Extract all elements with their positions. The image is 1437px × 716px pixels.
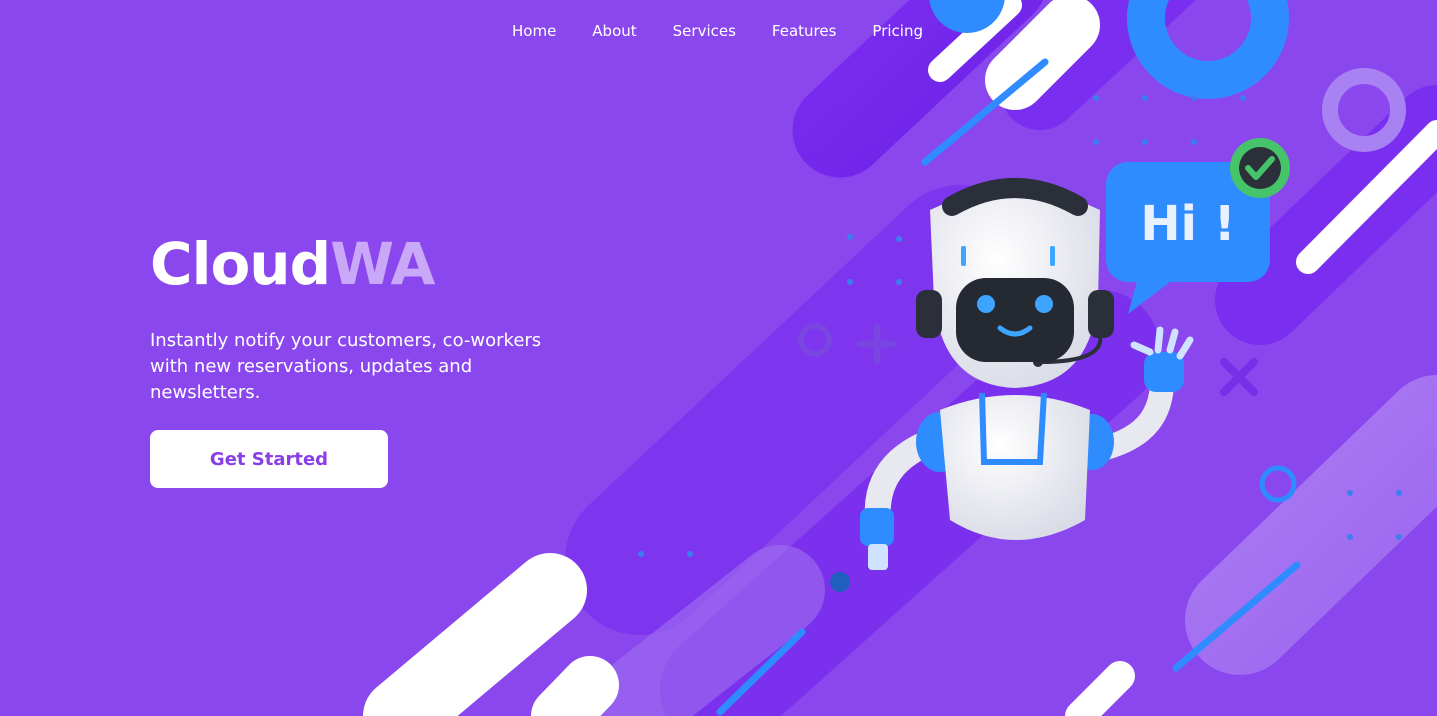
nav-about[interactable]: About	[592, 22, 636, 40]
get-started-button[interactable]: Get Started	[150, 430, 388, 488]
hero-section: CloudWA Instantly notify your customers,…	[150, 228, 590, 406]
hero-tagline: Instantly notify your customers, co-work…	[150, 330, 542, 403]
speech-bubble-text: Hi !	[1140, 196, 1235, 252]
nav-services[interactable]: Services	[673, 22, 736, 40]
nav-home[interactable]: Home	[512, 22, 556, 40]
nav-features[interactable]: Features	[772, 22, 837, 40]
check-badge-icon	[1230, 138, 1290, 198]
nav-pricing[interactable]: Pricing	[872, 22, 923, 40]
main-nav: Home About Services Features Pricing	[512, 22, 923, 40]
brand-title: CloudWA	[150, 228, 590, 300]
brand-title-part1: Cloud	[150, 230, 331, 298]
brand-title-part2: WA	[330, 230, 435, 298]
